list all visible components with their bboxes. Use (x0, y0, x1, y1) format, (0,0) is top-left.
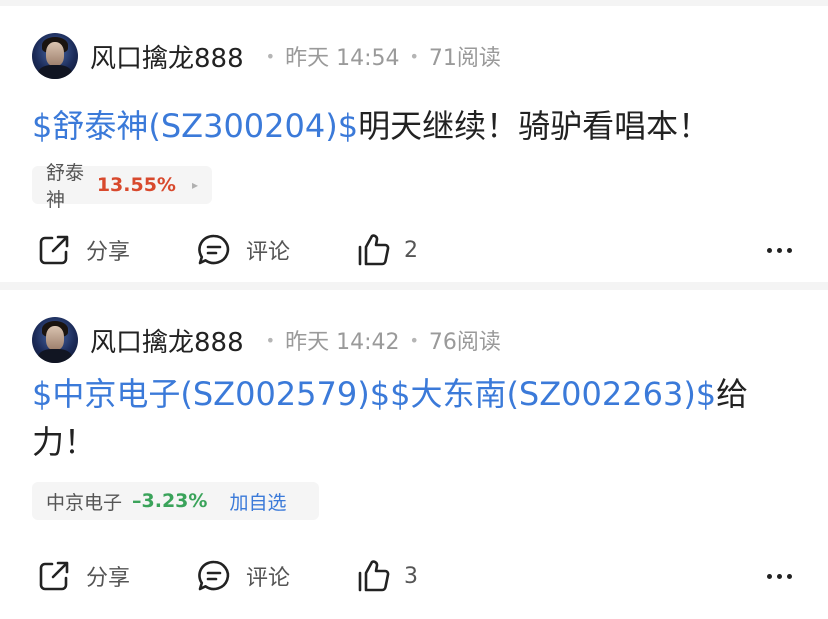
stock-link[interactable]: $中京电子(SZ002579)$$大东南(SZ002263)$ (32, 375, 716, 413)
feed-post[interactable]: 风口擒龙888 • 昨天 14:54 • 71阅读 $舒泰神(SZ300204)… (0, 6, 828, 282)
read-count: 71阅读 (428, 46, 501, 71)
thumbs-up-icon (358, 234, 390, 266)
comment-button[interactable]: 评论 (196, 226, 290, 274)
thumbs-up-icon (358, 560, 390, 592)
post-content[interactable]: $中京电子(SZ002579)$$大东南(SZ002263)$给力！ (32, 370, 772, 466)
username[interactable]: 风口擒龙888 (90, 38, 244, 75)
share-label: 分享 (86, 240, 131, 265)
comment-icon (198, 234, 230, 265)
avatar[interactable] (32, 33, 78, 79)
comment-button[interactable]: 评论 (196, 552, 290, 600)
post-text: 明天继续！骑驴看唱本！ (358, 107, 711, 145)
post-time: 昨天 14:42 (285, 330, 400, 355)
post-meta: • 昨天 14:42 • 76阅读 (256, 324, 501, 356)
stock-change: 13.55% (96, 174, 176, 196)
stock-link[interactable]: $舒泰神(SZ300204)$ (32, 107, 358, 145)
post-content[interactable]: $舒泰神(SZ300204)$明天继续！骑驴看唱本！ (32, 102, 772, 150)
more-icon[interactable] (762, 552, 792, 600)
share-icon (39, 235, 69, 265)
action-bar: 分享 评论 3 (0, 552, 828, 600)
stock-name: 中京电子 (46, 491, 123, 514)
action-bar: 分享 评论 2 (0, 226, 828, 274)
share-label: 分享 (86, 566, 131, 591)
read-count: 76阅读 (428, 330, 501, 355)
stock-name: 舒泰神 (46, 162, 85, 211)
stock-change: –3.23% (132, 490, 208, 512)
stock-tag[interactable]: 舒泰神 13.55% ▸ (32, 162, 212, 211)
like-count: 2 (404, 237, 418, 263)
comment-label: 评论 (246, 240, 291, 265)
play-arrow-icon: ▸ (191, 178, 198, 192)
share-icon (39, 561, 69, 591)
add-watchlist-button[interactable]: 加自选 (229, 488, 286, 515)
share-button[interactable]: 分享 (36, 552, 130, 600)
post-header: 风口擒龙888 • 昨天 14:42 • 76阅读 (32, 316, 501, 364)
like-button[interactable]: 3 (356, 552, 418, 600)
post-meta: • 昨天 14:54 • 71阅读 (256, 40, 501, 72)
post-time: 昨天 14:54 (285, 46, 400, 71)
share-button[interactable]: 分享 (36, 226, 130, 274)
avatar[interactable] (32, 317, 78, 363)
stock-tag[interactable]: 中京电子 –3.23% 加自选 (32, 482, 319, 520)
feed-post[interactable]: 风口擒龙888 • 昨天 14:42 • 76阅读 $中京电子(SZ002579… (0, 290, 828, 611)
like-button[interactable]: 2 (356, 226, 418, 274)
comment-icon (198, 560, 230, 591)
like-count: 3 (404, 563, 418, 589)
more-icon[interactable] (762, 226, 792, 274)
post-divider (0, 282, 828, 290)
post-header: 风口擒龙888 • 昨天 14:54 • 71阅读 (32, 32, 501, 80)
comment-label: 评论 (246, 566, 291, 591)
username[interactable]: 风口擒龙888 (90, 322, 244, 359)
